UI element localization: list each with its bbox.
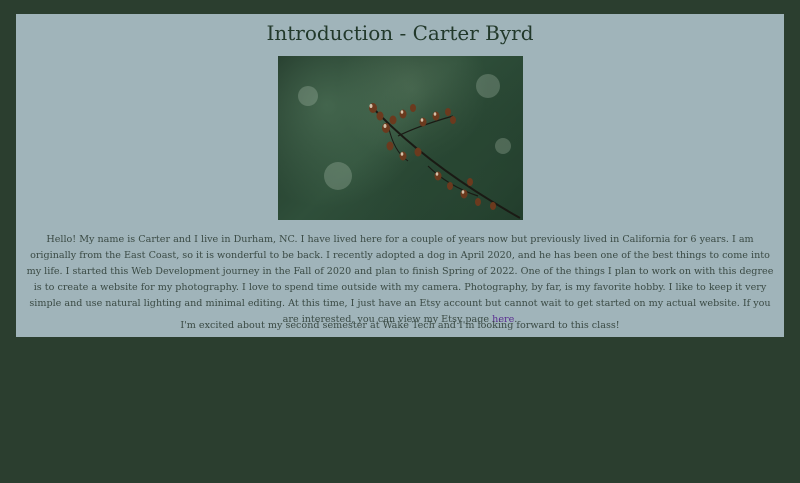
plant-branch-graphic (298, 74, 521, 219)
bio-paragraph: Hello! My name is Carter and I live in D… (26, 232, 774, 328)
page-title: Introduction - Carter Byrd (266, 21, 534, 45)
closing-paragraph: I'm excited about my second semester at … (180, 320, 620, 331)
intro-card: Introduction - Carter Byrd Hello! My nam… (16, 14, 784, 337)
plant-photo (278, 56, 523, 220)
bio-text: Hello! My name is Carter and I live in D… (26, 234, 774, 325)
